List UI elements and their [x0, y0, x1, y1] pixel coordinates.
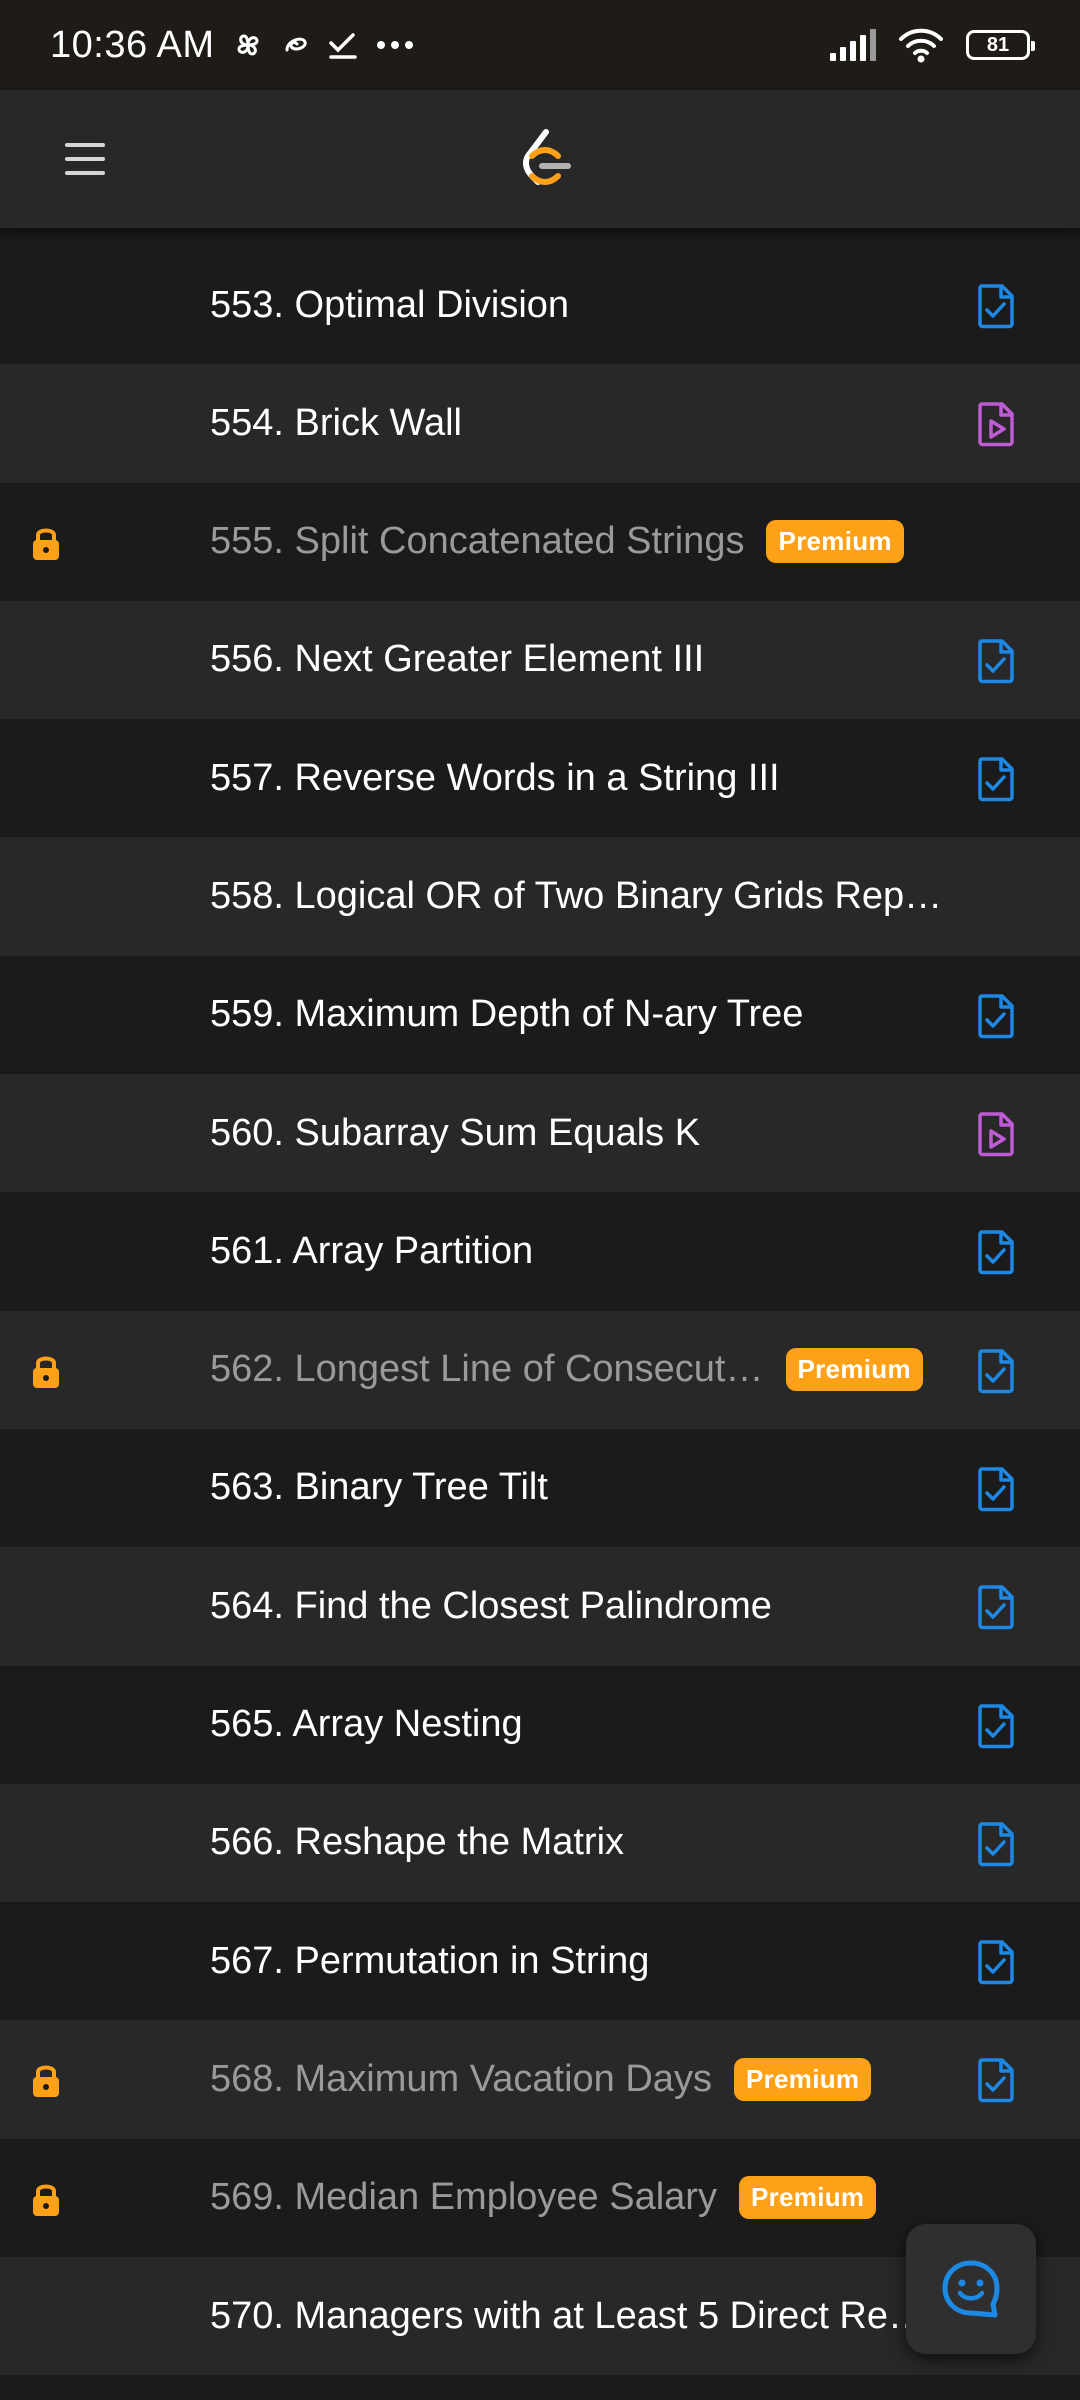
- premium-badge: Premium: [733, 2057, 872, 2101]
- problem-title-wrap: 555. Split Concatenated Strings Premium: [210, 483, 904, 601]
- solution-doc-icon[interactable]: [976, 283, 1016, 329]
- problem-title-wrap: 557. Reverse Words in a String III: [210, 719, 780, 837]
- problem-title-wrap: 559. Maximum Depth of N-ary Tree: [210, 956, 803, 1074]
- problem-row[interactable]: 553. Optimal Division: [0, 246, 1080, 365]
- problem-title-wrap: 561. Array Partition: [210, 1192, 533, 1310]
- problem-title-wrap: 554. Brick Wall: [210, 364, 462, 482]
- problem-title-wrap: 565. Array Nesting: [210, 1666, 523, 1784]
- solution-doc-icon[interactable]: [976, 1348, 1016, 1394]
- problem-title: 557. Reverse Words in a String III: [210, 756, 780, 799]
- problem-row[interactable]: 561. Array Partition: [0, 1192, 1080, 1311]
- solution-doc-icon[interactable]: [976, 638, 1016, 684]
- lock-icon: [26, 2060, 66, 2100]
- lock-icon: [26, 1351, 66, 1391]
- problem-title-wrap: 566. Reshape the Matrix: [210, 1784, 624, 1902]
- video-solution-icon[interactable]: [976, 401, 1016, 447]
- chat-smile-icon: [942, 2260, 1000, 2318]
- hamburger-menu-icon[interactable]: [50, 128, 120, 190]
- premium-badge: Premium: [766, 520, 904, 564]
- problem-title-wrap: 560. Subarray Sum Equals K: [210, 1074, 700, 1192]
- solution-doc-icon[interactable]: [976, 2057, 1016, 2103]
- problem-row[interactable]: 562. Longest Line of Consecut… Premium: [0, 1310, 1080, 1429]
- problem-title-wrap: 553. Optimal Division: [210, 246, 569, 364]
- problem-row[interactable]: 564. Find the Closest Palindrome: [0, 1547, 1080, 1666]
- problem-title: 566. Reshape the Matrix: [210, 1821, 625, 1864]
- solution-doc-icon[interactable]: [976, 1939, 1016, 1985]
- problem-title: 556. Next Greater Element III: [210, 638, 705, 681]
- solution-doc-icon[interactable]: [976, 1229, 1016, 1275]
- video-solution-icon[interactable]: [976, 1111, 1016, 1157]
- swirl-icon: [281, 30, 311, 60]
- battery-icon: 81: [966, 30, 1035, 60]
- problem-title: 553. Optimal Division: [210, 283, 570, 326]
- solution-doc-icon[interactable]: [976, 1584, 1016, 1630]
- problem-list: 553. Optimal Division 554. Brick Wall 555.…: [0, 246, 1080, 2376]
- app-bar: [0, 90, 1080, 228]
- solution-doc-icon[interactable]: [976, 993, 1016, 1039]
- signal-icon: [828, 29, 876, 61]
- lock-icon: [26, 523, 66, 563]
- premium-badge: Premium: [738, 2176, 877, 2220]
- problem-title: 559. Maximum Depth of N-ary Tree: [210, 993, 804, 1036]
- solution-doc-icon[interactable]: [976, 1821, 1016, 1867]
- problem-title-wrap: 558. Logical OR of Two Binary Grids Rep…: [210, 837, 942, 955]
- problem-row[interactable]: 556. Next Greater Element III: [0, 600, 1080, 720]
- wifi-icon: [898, 27, 944, 63]
- status-time: 10:36 AM: [50, 23, 215, 66]
- problem-title: 567. Permutation in String: [210, 1939, 650, 1982]
- problem-row[interactable]: 567. Permutation in String: [0, 1902, 1080, 2021]
- pinwheel-icon: [231, 28, 265, 62]
- status-bar: 10:36 AM 81: [0, 0, 1080, 90]
- problem-row[interactable]: 559. Maximum Depth of N-ary Tree: [0, 955, 1080, 1075]
- more-dots-icon: [375, 39, 415, 51]
- problem-row[interactable]: 557. Reverse Words in a String III: [0, 719, 1080, 838]
- problem-title: 558. Logical OR of Two Binary Grids Rep…: [210, 874, 943, 917]
- solution-doc-icon[interactable]: [976, 1466, 1016, 1512]
- problem-title: 561. Array Partition: [210, 1229, 534, 1272]
- problem-row[interactable]: 558. Logical OR of Two Binary Grids Rep…: [0, 837, 1080, 956]
- problem-row[interactable]: 560. Subarray Sum Equals K: [0, 1074, 1080, 1193]
- problem-title-wrap: 570. Managers with at Least 5 Direct Re…: [210, 2257, 926, 2375]
- problem-title-wrap: 556. Next Greater Element III: [210, 601, 704, 719]
- solution-doc-icon[interactable]: [976, 756, 1016, 802]
- problem-title: 570. Managers with at Least 5 Direct Re…: [210, 2294, 927, 2337]
- checkmark-icon: [327, 29, 359, 61]
- problem-row[interactable]: 566. Reshape the Matrix: [0, 1783, 1080, 1903]
- problem-title-wrap: 568. Maximum Vacation Days Premium: [210, 2020, 872, 2138]
- problem-row[interactable]: 565. Array Nesting: [0, 1665, 1080, 1784]
- problem-title-wrap: 569. Median Employee Salary Premium: [210, 2139, 877, 2257]
- problem-title: 563. Binary Tree Tilt: [210, 1466, 548, 1509]
- problem-row[interactable]: 563. Binary Tree Tilt: [0, 1428, 1080, 1548]
- problem-row[interactable]: 554. Brick Wall: [0, 364, 1080, 483]
- problem-title: 555. Split Concatenated Strings: [210, 520, 745, 563]
- problem-title-wrap: 567. Permutation in String: [210, 1902, 649, 2020]
- problem-row[interactable]: 555. Split Concatenated Strings Premium: [0, 482, 1080, 601]
- problem-title: 554. Brick Wall: [210, 401, 462, 444]
- premium-badge: Premium: [785, 1348, 923, 1392]
- solution-doc-icon[interactable]: [976, 1703, 1016, 1749]
- problem-title-wrap: 562. Longest Line of Consecut… Premium: [210, 1311, 923, 1429]
- problem-title: 565. Array Nesting: [210, 1703, 523, 1746]
- status-right: 81: [828, 27, 1035, 63]
- problem-title: 564. Find the Closest Palindrome: [210, 1584, 772, 1627]
- feedback-chat-button[interactable]: [906, 2224, 1036, 2354]
- problem-title: 562. Longest Line of Consecut…: [210, 1348, 764, 1391]
- problem-title-wrap: 564. Find the Closest Palindrome: [210, 1547, 772, 1665]
- problem-title: 560. Subarray Sum Equals K: [210, 1111, 701, 1154]
- problem-title-wrap: 563. Binary Tree Tilt: [210, 1429, 548, 1547]
- problem-title: 568. Maximum Vacation Days: [210, 2057, 712, 2100]
- leetcode-logo-icon[interactable]: [512, 126, 578, 192]
- lock-icon: [26, 2179, 66, 2219]
- problem-row[interactable]: 568. Maximum Vacation Days Premium: [0, 2020, 1080, 2139]
- status-left: 10:36 AM: [50, 24, 415, 67]
- problem-title: 569. Median Employee Salary: [210, 2176, 717, 2219]
